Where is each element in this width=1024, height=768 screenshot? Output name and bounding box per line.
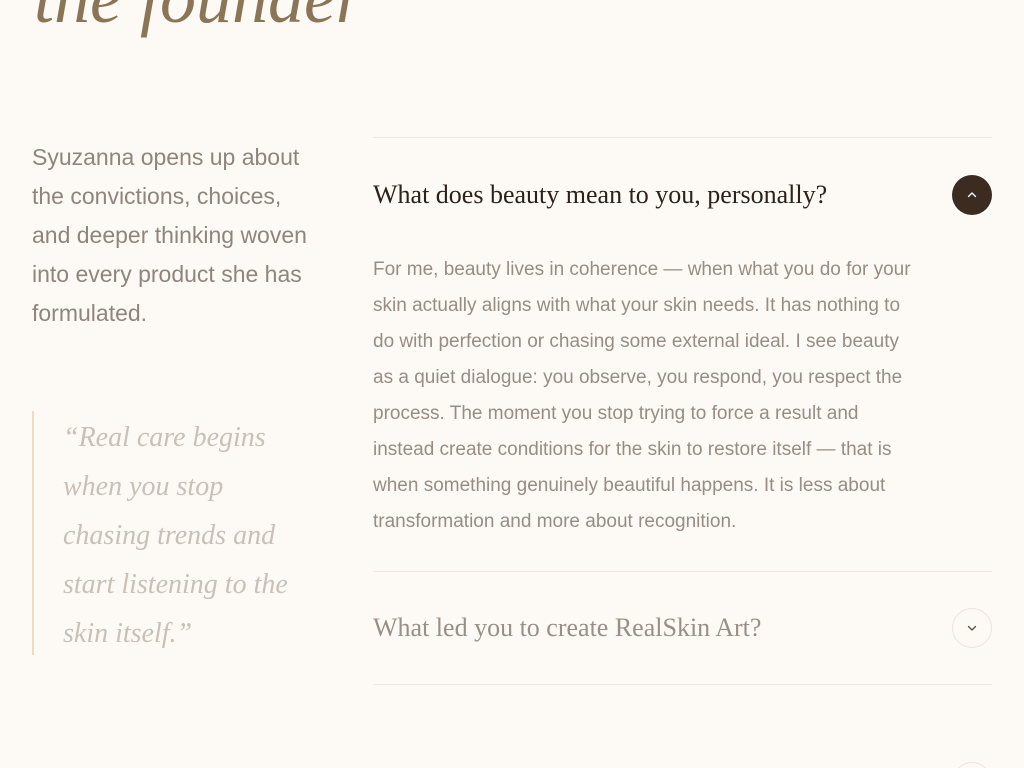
expand-button[interactable] <box>952 608 992 648</box>
page-title: the founder <box>34 0 364 34</box>
faq-divider <box>373 684 992 685</box>
faq-question-beauty[interactable]: What does beauty mean to you, personally… <box>373 138 992 252</box>
faq-item-beauty: What does beauty mean to you, personally… <box>373 138 992 571</box>
chevron-down-icon <box>967 625 977 631</box>
faq-question-text: What does beauty mean to you, personally… <box>373 180 828 209</box>
faq-answer-text: For me, beauty lives in coherence — when… <box>373 259 911 532</box>
next-toggle-button[interactable] <box>953 762 991 768</box>
faq-question-realskin[interactable]: What led you to create RealSkin Art? <box>373 572 992 684</box>
faq-item-realskin: What led you to create RealSkin Art? <box>373 572 992 684</box>
faq-accordion: What does beauty mean to you, personally… <box>373 137 992 685</box>
chevron-up-icon <box>967 192 977 198</box>
faq-question-text: What led you to create RealSkin Art? <box>373 613 762 642</box>
collapse-button[interactable] <box>952 175 992 215</box>
intro-text: Syuzanna opens up about the convictions,… <box>32 144 307 326</box>
founder-quote: “Real care begins when you stop chasing … <box>32 411 308 655</box>
